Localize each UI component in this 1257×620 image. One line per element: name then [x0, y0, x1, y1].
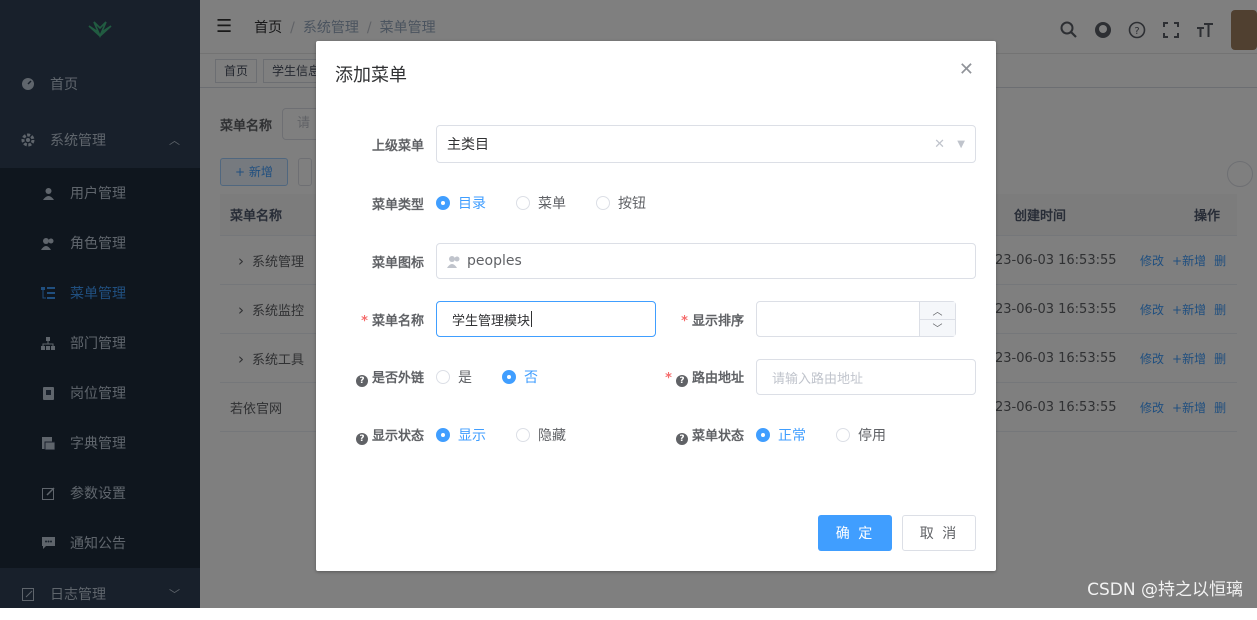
is-frame-label-text: 是否外链	[371, 371, 424, 386]
route-input[interactable]: 请输入路由地址	[756, 359, 976, 395]
route-placeholder: 请输入路由地址	[772, 371, 864, 387]
radio-label: 否	[524, 370, 538, 386]
sort-label-text: 显示排序	[691, 313, 744, 329]
radio-menu[interactable]: 菜单	[516, 193, 566, 213]
parent-menu-value: 主类目	[447, 137, 489, 153]
stepper-controls: ︿ ﹀	[919, 302, 955, 336]
radio-dot	[596, 196, 610, 210]
chevron-up-icon[interactable]: ︿	[920, 302, 955, 320]
radio-label: 菜单	[538, 196, 566, 212]
watermark: CSDN @持之以恒璃	[1087, 580, 1243, 600]
route-label: *? 路由地址	[656, 367, 744, 387]
radio-label: 隐藏	[538, 428, 566, 444]
question-icon[interactable]: ?	[675, 375, 688, 387]
parent-menu-select[interactable]: 主类目 ✕ ▼	[436, 125, 976, 163]
required-mark: *	[681, 313, 688, 329]
route-label-text: 路由地址	[691, 371, 744, 386]
radio-dot	[436, 428, 450, 442]
radio-label: 正常	[778, 428, 806, 444]
radio-dot	[516, 196, 530, 210]
radio-label: 目录	[458, 196, 486, 212]
visible-label: ? 显示状态	[316, 425, 424, 445]
dialog-title: 添加菜单	[335, 65, 407, 86]
menu-name-label: * 菜单名称	[316, 310, 424, 329]
radio-visible-show[interactable]: 显示	[436, 425, 486, 445]
radio-label: 显示	[458, 428, 486, 444]
question-icon[interactable]: ?	[675, 433, 688, 445]
radio-status-disabled[interactable]: 停用	[836, 425, 886, 445]
clear-icon[interactable]: ✕	[934, 137, 945, 152]
add-menu-dialog: 添加菜单 ✕ 上级菜单 主类目 ✕ ▼ 菜单类型 目录 菜单 按钮 菜单图标 p…	[316, 41, 996, 571]
radio-dot	[756, 428, 770, 442]
radio-frame-yes[interactable]: 是	[436, 367, 472, 387]
radio-button[interactable]: 按钮	[596, 193, 646, 213]
radio-label: 是	[458, 370, 472, 386]
status-label: ? 菜单状态	[656, 425, 744, 445]
radio-label: 停用	[858, 428, 886, 444]
radio-visible-hide[interactable]: 隐藏	[516, 425, 566, 445]
radio-dot	[436, 370, 450, 384]
radio-dot	[502, 370, 516, 384]
required-mark: *	[665, 371, 672, 386]
peoples-icon	[447, 255, 461, 268]
confirm-button[interactable]: 确 定	[818, 515, 892, 551]
menu-icon-value: peoples	[467, 253, 522, 269]
caret-down-icon[interactable]: ▼	[957, 139, 965, 150]
is-frame-label: ? 是否外链	[316, 367, 424, 387]
menu-name-value: 学生管理模块	[452, 313, 531, 329]
visible-label-text: 显示状态	[371, 429, 424, 444]
menu-icon-input[interactable]: peoples	[436, 243, 976, 279]
menu-name-input[interactable]: 学生管理模块	[436, 301, 656, 337]
radio-status-normal[interactable]: 正常	[756, 425, 806, 445]
sort-label: * 显示排序	[656, 310, 744, 329]
radio-dir[interactable]: 目录	[436, 193, 486, 213]
sort-stepper[interactable]: ︿ ﹀	[756, 301, 956, 337]
radio-dot	[516, 428, 530, 442]
menu-icon-label: 菜单图标	[371, 255, 424, 271]
menu-name-label-text: 菜单名称	[371, 313, 424, 329]
radio-dot	[436, 196, 450, 210]
parent-menu-label: 上级菜单	[371, 138, 424, 154]
required-mark: *	[361, 313, 368, 329]
radio-label: 按钮	[618, 196, 646, 212]
question-icon[interactable]: ?	[355, 433, 368, 445]
radio-frame-no[interactable]: 否	[502, 367, 538, 387]
cancel-button[interactable]: 取 消	[902, 515, 976, 551]
close-icon[interactable]: ✕	[959, 59, 974, 80]
text-cursor	[531, 311, 533, 327]
radio-dot	[836, 428, 850, 442]
question-icon[interactable]: ?	[355, 375, 368, 387]
menu-type-label: 菜单类型	[371, 197, 424, 213]
status-label-text: 菜单状态	[691, 429, 744, 444]
chevron-down-icon[interactable]: ﹀	[920, 320, 955, 337]
